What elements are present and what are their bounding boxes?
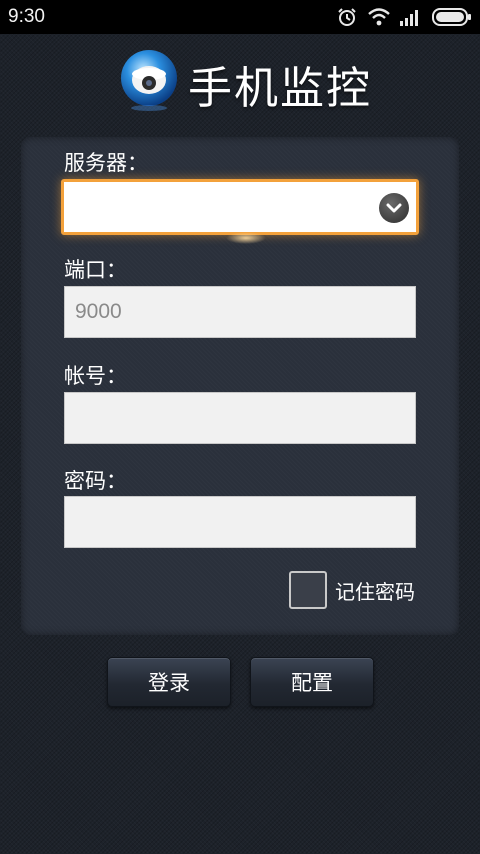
login-button[interactable]: 登录 <box>107 657 231 707</box>
select-glow <box>226 232 266 244</box>
wifi-icon <box>368 7 390 27</box>
chevron-down-icon[interactable] <box>379 193 409 223</box>
app-header: 手机监控 <box>0 34 480 134</box>
status-icons <box>336 5 472 29</box>
password-input[interactable] <box>65 497 415 547</box>
remember-password-checkbox[interactable] <box>289 571 327 609</box>
account-label: 帐号： <box>64 364 127 388</box>
password-label: 密码： <box>64 469 127 493</box>
server-label: 服务器： <box>64 151 148 175</box>
login-form-panel: 服务器： 端口： 帐号： 密码： 记住密码 <box>21 137 459 635</box>
alarm-icon <box>336 6 358 28</box>
status-bar: 9:30 <box>0 0 480 34</box>
account-input[interactable] <box>65 393 415 443</box>
app-title: 手机监控 <box>188 63 372 114</box>
status-time: 9:30 <box>8 6 45 27</box>
password-field-box <box>64 496 416 548</box>
server-select[interactable] <box>61 179 419 235</box>
camera-globe-icon <box>117 48 181 112</box>
battery-icon <box>432 7 472 27</box>
port-input[interactable] <box>65 287 415 337</box>
port-field-box <box>64 286 416 338</box>
remember-password-row[interactable]: 记住密码 <box>289 569 415 611</box>
config-button[interactable]: 配置 <box>250 657 374 707</box>
signal-icon <box>400 8 422 26</box>
port-label: 端口： <box>64 258 127 282</box>
remember-password-label: 记住密码 <box>335 579 415 604</box>
account-field-box <box>64 392 416 444</box>
